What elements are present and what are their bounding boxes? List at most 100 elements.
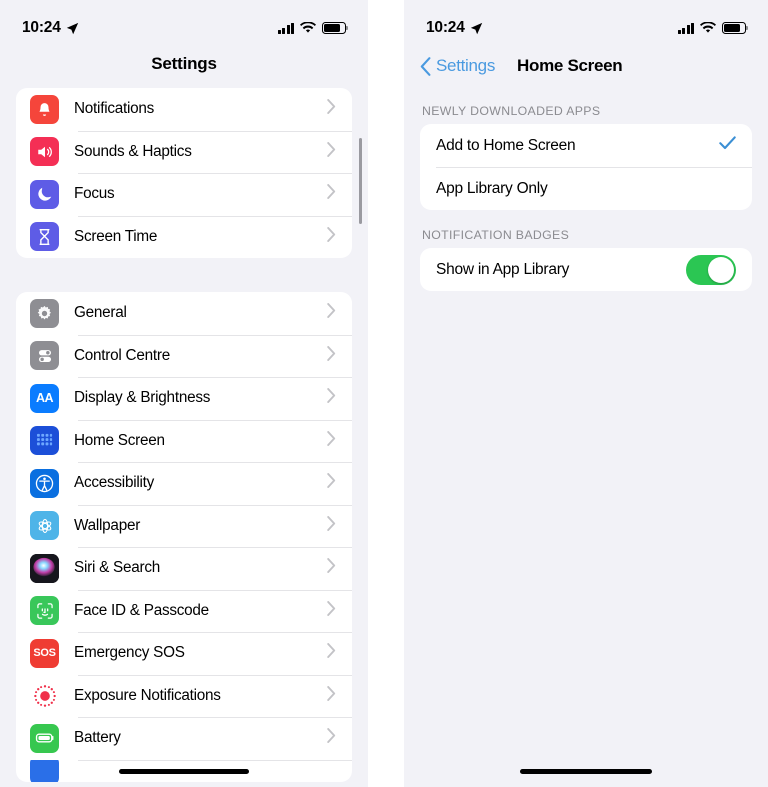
chevron-right-icon	[327, 685, 336, 706]
settings-scroll-area[interactable]: Notifications Sounds & Haptics Focus Scr…	[0, 88, 368, 787]
sos-icon: SOS	[30, 638, 59, 668]
sidebar-item-label: Control Centre	[74, 346, 170, 364]
sidebar-item-screen-time[interactable]: Screen Time	[16, 215, 352, 259]
text-size-aa-icon: AA	[30, 383, 59, 413]
sidebar-item-label: Face ID & Passcode	[74, 601, 209, 619]
sidebar-item-label: Battery	[74, 729, 121, 747]
sidebar-item-label: Exposure Notifications	[74, 686, 221, 704]
option-app-library-only[interactable]: App Library Only	[420, 167, 752, 210]
wifi-icon	[300, 22, 316, 33]
sidebar-item-label: Display & Brightness	[74, 389, 211, 407]
home-screen-settings-detail: 10:24 Settings Home Screen NEWLY DOWNLOA…	[404, 0, 768, 787]
sidebar-item-label: Screen Time	[74, 227, 158, 245]
status-time-right: 10:24	[426, 19, 483, 37]
toggle-knob	[708, 256, 734, 283]
siri-orb-icon	[30, 553, 59, 583]
chevron-right-icon	[327, 515, 336, 536]
gear-icon	[30, 298, 59, 328]
chevron-right-icon	[327, 99, 336, 119]
wifi-icon	[700, 22, 716, 33]
detail-page-title: Home Screen	[517, 56, 623, 75]
hourglass-icon	[30, 222, 59, 252]
notification-badges-card: Show in App Library	[420, 248, 752, 291]
accessibility-person-icon	[30, 468, 59, 498]
battery-icon	[322, 22, 349, 34]
chevron-right-icon	[327, 430, 336, 451]
option-add-to-home-screen[interactable]: Add to Home Screen	[420, 124, 752, 167]
chevron-right-icon	[327, 226, 336, 247]
sidebar-item-label: Accessibility	[74, 474, 155, 492]
status-time-text: 10:24	[426, 19, 465, 36]
page-title: Settings	[151, 54, 217, 73]
location-arrow-icon	[66, 22, 78, 34]
status-time-left: 10:24	[22, 19, 79, 37]
sliders-toggles-icon	[30, 341, 59, 371]
app-grid-icon	[30, 426, 59, 456]
sidebar-item-face-id-passcode[interactable]: Face ID & Passcode	[16, 589, 352, 633]
sidebar-item-home-screen[interactable]: Home Screen	[16, 419, 352, 463]
chevron-right-icon	[327, 303, 336, 323]
status-time-text: 10:24	[22, 19, 61, 36]
newly-downloaded-apps-card: Add to Home Screen App Library Only	[420, 124, 752, 210]
chevron-right-icon	[327, 728, 336, 748]
chevron-right-icon	[327, 345, 336, 366]
chevron-right-icon	[327, 473, 336, 493]
panel-divider	[368, 0, 404, 787]
chevron-right-icon	[327, 141, 336, 162]
cellular-signal-icon	[677, 22, 694, 34]
sidebar-item-siri-search[interactable]: Siri & Search	[16, 547, 352, 590]
battery-icon	[722, 22, 749, 34]
back-button[interactable]: Settings	[420, 56, 495, 76]
moon-crescent-icon	[30, 179, 59, 209]
show-in-app-library-toggle[interactable]	[686, 254, 736, 285]
sidebar-item-emergency-sos[interactable]: SOS Emergency SOS	[16, 632, 352, 675]
option-label: App Library Only	[436, 179, 548, 197]
sidebar-item-label: Home Screen	[74, 431, 165, 449]
speaker-volume-icon	[30, 137, 59, 167]
settings-group-1: Notifications Sounds & Haptics Focus Scr…	[16, 88, 352, 258]
chevron-right-icon	[327, 184, 336, 204]
location-arrow-icon	[470, 22, 482, 34]
sidebar-item-label: General	[74, 304, 127, 322]
sidebar-item-general[interactable]: General	[16, 292, 352, 335]
dual-screenshot-stage: 10:24 Settings Notifications Sounds & Ha…	[0, 0, 768, 787]
option-label: Add to Home Screen	[436, 136, 576, 154]
sidebar-item-sounds-haptics[interactable]: Sounds & Haptics	[16, 130, 352, 174]
status-indicators-left	[277, 22, 349, 34]
sidebar-item-display-brightness[interactable]: AA Display & Brightness	[16, 377, 352, 420]
chevron-right-icon	[327, 643, 336, 663]
back-button-label: Settings	[436, 56, 496, 75]
status-bar-left: 10:24	[0, 0, 368, 46]
option-label: Show in App Library	[436, 260, 570, 278]
sidebar-item-label: Focus	[74, 185, 115, 203]
chevron-left-icon	[420, 56, 431, 76]
sidebar-item-label: Notifications	[74, 100, 155, 118]
sidebar-item-label: Sounds & Haptics	[74, 142, 192, 160]
sidebar-item-exposure-notifications[interactable]: Exposure Notifications	[16, 674, 352, 718]
checkmark-icon	[719, 136, 736, 155]
notifications-bell-icon	[30, 94, 59, 124]
cellular-signal-icon	[277, 22, 294, 34]
sidebar-item-notifications[interactable]: Notifications	[16, 88, 352, 131]
sidebar-item-wallpaper[interactable]: Wallpaper	[16, 504, 352, 548]
privacy-hand-icon	[30, 759, 59, 782]
chevron-right-icon	[327, 600, 336, 621]
sidebar-item-control-centre[interactable]: Control Centre	[16, 334, 352, 378]
flower-wallpaper-icon	[30, 511, 59, 541]
section-header-newly-downloaded: NEWLY DOWNLOADED APPS	[422, 104, 601, 118]
status-bar-right: 10:24	[404, 0, 768, 46]
sidebar-item-focus[interactable]: Focus	[16, 173, 352, 216]
chevron-right-icon	[327, 558, 336, 578]
sidebar-item-battery[interactable]: Battery	[16, 717, 352, 760]
vertical-scrollbar[interactable]	[359, 138, 362, 224]
sidebar-item-label: Siri & Search	[74, 559, 161, 577]
status-indicators-right	[677, 22, 749, 34]
home-indicator-right	[520, 769, 652, 774]
row-show-in-app-library[interactable]: Show in App Library	[420, 248, 752, 291]
sidebar-item-label: Wallpaper	[74, 516, 141, 534]
chevron-right-icon	[327, 388, 336, 408]
face-id-icon	[30, 596, 59, 626]
sidebar-item-accessibility[interactable]: Accessibility	[16, 462, 352, 505]
home-indicator-left	[119, 769, 249, 774]
sidebar-item-label: Emergency SOS	[74, 644, 185, 662]
